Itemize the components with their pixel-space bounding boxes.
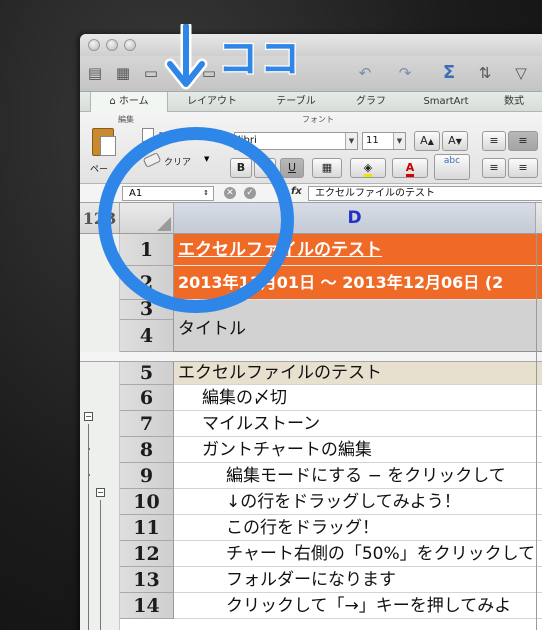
edit-group-label: 編集 (118, 115, 134, 124)
cell-d9[interactable]: 編集モードにする − をクリックして (174, 463, 542, 489)
tab-home[interactable]: ⌂ ホーム (90, 92, 168, 112)
font-size-value: 11 (366, 135, 379, 146)
close-window-button[interactable] (88, 39, 100, 51)
title-bar (80, 34, 542, 56)
redo-icon[interactable]: ↷ (396, 64, 414, 82)
collapse-group-icon[interactable]: − (84, 412, 93, 421)
cell-d5[interactable]: エクセルファイルのテスト (174, 362, 542, 385)
outline-dot (88, 448, 90, 450)
align-icon: ≡ (489, 134, 499, 147)
column-header-e[interactable] (536, 203, 542, 234)
font-color-icon: A (405, 161, 415, 177)
paper-icon (100, 136, 116, 156)
align-icon: ≡ (518, 134, 528, 147)
frozen-pane-divider (80, 352, 542, 362)
ribbon-tabs: ⌂ ホーム レイアウト テーブル グラフ SmartArt 数式 (80, 92, 542, 112)
shrink-font-button[interactable]: A▼ (442, 131, 468, 151)
font-size-select[interactable]: 11 ▼ (362, 132, 406, 150)
grow-font-icon: A (420, 134, 428, 147)
paste-label: ペー (90, 165, 109, 175)
grow-font-button[interactable]: A▲ (414, 131, 440, 151)
align-left-button[interactable]: ≡ (482, 158, 506, 178)
home-icon: ⌂ (109, 96, 119, 107)
tab-smartart[interactable]: SmartArt (406, 92, 486, 112)
formula-input[interactable]: エクセルファイルのテスト (308, 186, 542, 201)
sort-icon[interactable]: ⇅ (476, 64, 494, 82)
row-header-8[interactable]: 8 (120, 437, 174, 463)
chevron-down-icon: ▼ (345, 133, 357, 149)
row-header-12[interactable]: 12 (120, 541, 174, 567)
undo-icon[interactable]: ↶ (356, 64, 374, 82)
cell-d10[interactable]: ↓の行をドラッグしてみよう！ (174, 489, 542, 515)
collapse-subgroup-icon[interactable]: − (96, 488, 105, 497)
align-top-button[interactable]: ≡ (508, 131, 538, 151)
align-left-top-button[interactable]: ≡ (482, 131, 506, 151)
outline-dot (88, 474, 90, 476)
tab-home-label: ホーム (118, 96, 149, 107)
tab-formulas[interactable]: 数式 (484, 92, 542, 112)
tab-chart[interactable]: グラフ (336, 92, 406, 112)
cell-d12[interactable]: チャート右側の「50%」をクリックして (174, 541, 542, 567)
row-header-9[interactable]: 9 (120, 463, 174, 489)
fx-icon[interactable]: fx (291, 186, 302, 197)
tab-layout[interactable]: レイアウト (172, 92, 252, 112)
filter-icon[interactable]: ▽ (512, 64, 530, 82)
column-e-strip (536, 234, 542, 630)
outline-bracket (100, 500, 101, 630)
chevron-down-icon: ▼ (393, 133, 405, 149)
cell-d4[interactable]: タイトル (174, 312, 542, 352)
row-header-10[interactable]: 10 (120, 489, 174, 515)
tab-table[interactable]: テーブル (256, 92, 336, 112)
align-left-icon: ≡ (489, 161, 499, 174)
align-center-icon: ≡ (518, 161, 528, 174)
cell-d7[interactable]: マイルストーン (174, 411, 542, 437)
align-center-button[interactable]: ≡ (508, 158, 538, 178)
cell-d8[interactable]: ガントチャートの編集 (174, 437, 542, 463)
open-icon[interactable]: ▭ (142, 64, 160, 82)
grid-icon[interactable]: ▦ (114, 64, 132, 82)
formula-content: エクセルファイルのテスト (315, 188, 435, 199)
borders-icon: ▦ (321, 161, 333, 174)
outline-gutter: − − (80, 234, 120, 630)
cell-d6[interactable]: 編集の〆切 (174, 385, 542, 411)
cell-d13[interactable]: フォルダーになります (174, 567, 542, 593)
row-header-4[interactable]: 4 (120, 320, 174, 352)
cell-d11[interactable]: この行をドラッグ！ (174, 515, 542, 541)
borders-button[interactable]: ▦ (312, 158, 342, 178)
down-arrow-annotation-icon (164, 24, 208, 90)
underline-button[interactable]: U (280, 158, 304, 178)
font-color-button[interactable]: A (392, 158, 428, 178)
cell-d14[interactable]: クリックして「→」キーを押してみよ (174, 593, 542, 619)
row-header-14[interactable]: 14 (120, 593, 174, 619)
minimize-window-button[interactable] (106, 39, 118, 51)
paint-bucket-icon: ◈ (363, 161, 373, 177)
row-header-6[interactable]: 6 (120, 385, 174, 411)
phonetic-label: abc (443, 156, 461, 166)
outline-bracket (88, 424, 89, 630)
row-header-11[interactable]: 11 (120, 515, 174, 541)
row-header-5[interactable]: 5 (120, 362, 174, 385)
autosum-icon[interactable]: Σ (440, 64, 458, 82)
fill-color-button[interactable]: ◈ (350, 158, 386, 178)
annotation-label: ココ (217, 35, 302, 84)
shrink-font-icon: A (448, 134, 456, 147)
new-icon[interactable]: ▤ (86, 64, 104, 82)
phonetic-button[interactable]: abc (434, 154, 470, 180)
row-header-13[interactable]: 13 (120, 567, 174, 593)
zoom-window-button[interactable] (124, 39, 136, 51)
annotation-circle (98, 127, 294, 313)
standard-toolbar: ▤ ▦ ▭ ▭ ↶ ↷ Σ ⇅ ▽ (80, 56, 542, 92)
row-header-7[interactable]: 7 (120, 411, 174, 437)
font-group-label: フォント (302, 115, 334, 124)
excel-window: ▤ ▦ ▭ ▭ ↶ ↷ Σ ⇅ ▽ ⌂ ホーム レイアウト テーブル グラフ S… (80, 34, 542, 630)
